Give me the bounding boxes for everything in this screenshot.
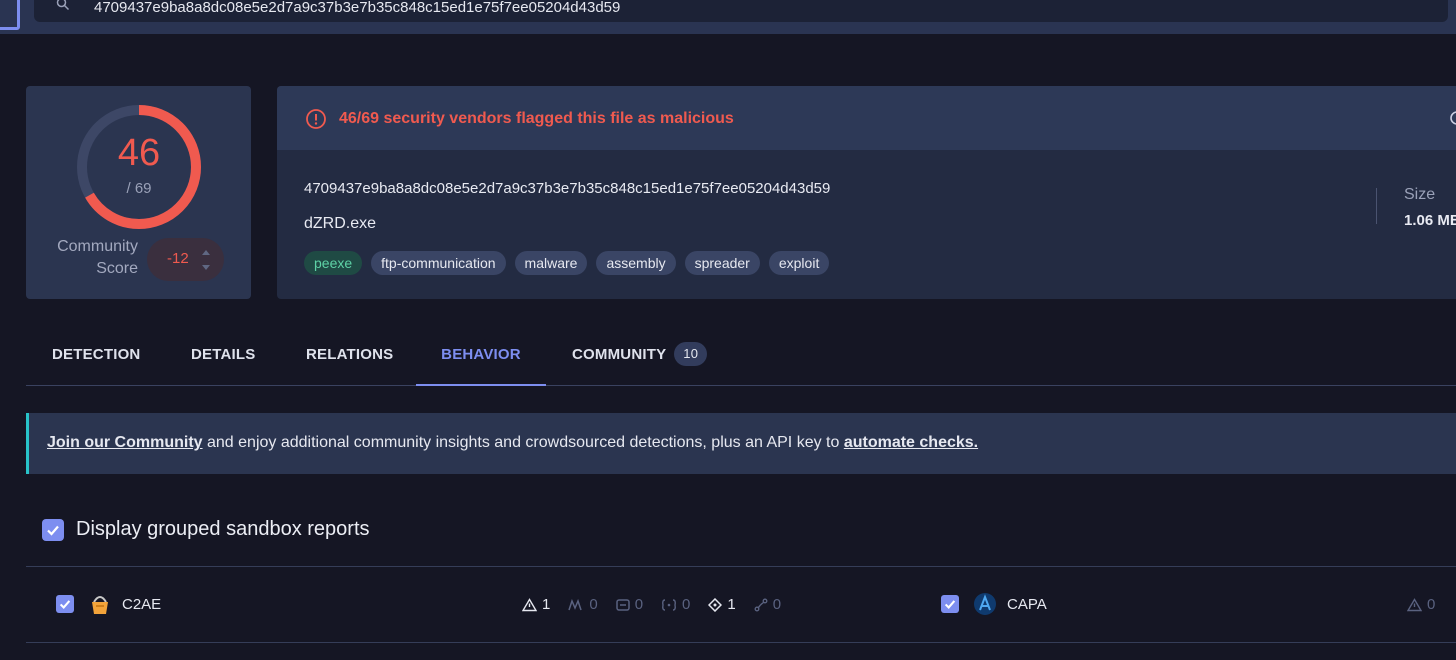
grouped-reports-label: Display grouped sandbox reports <box>76 518 370 540</box>
file-name: dZRD.exe <box>304 215 377 232</box>
check-icon <box>59 600 71 610</box>
tab-relations[interactable]: RELATIONS <box>306 326 393 386</box>
logo[interactable] <box>0 0 20 30</box>
stat-mitre: 0 <box>568 596 598 613</box>
check-icon <box>47 525 59 536</box>
search-icon <box>56 0 70 11</box>
tag-assembly[interactable]: assembly <box>596 251 676 275</box>
community-score-value: -12 <box>167 250 189 267</box>
tab-bar: DETECTION DETAILS RELATIONS BEHAVIOR COM… <box>26 326 1456 386</box>
community-score-label: Community Score <box>57 238 138 277</box>
grouped-reports-toggle[interactable]: Display grouped sandbox reports <box>42 518 370 541</box>
size-value: 1.06 MB <box>1404 212 1456 229</box>
warning-icon <box>1407 597 1422 611</box>
stat-network: 1 <box>708 596 736 613</box>
detection-count: 46 <box>117 132 161 174</box>
stat-ids: 0 <box>615 596 643 613</box>
sandbox-capa: CAPA <box>941 590 1047 618</box>
sandbox-capa-name: CAPA <box>1007 595 1047 613</box>
detection-score-card: 46 / 69 Community Score -12 <box>26 86 251 299</box>
tag-ftp-communication[interactable]: ftp-communication <box>371 251 506 275</box>
c2ae-logo-icon <box>92 596 108 614</box>
community-count-badge: 10 <box>674 341 708 366</box>
join-banner-text: and enjoy additional community insights … <box>202 434 844 451</box>
tag-exploit[interactable]: exploit <box>768 251 830 275</box>
top-bar <box>0 0 1456 34</box>
reanalyze-icon[interactable] <box>1449 110 1456 126</box>
automate-checks-link[interactable]: automate checks. <box>844 434 978 451</box>
sandbox-c2ae-checkbox[interactable] <box>56 595 74 613</box>
file-tags: peexe ftp-communication malware assembly… <box>304 251 830 275</box>
sandbox-capa-checkbox[interactable] <box>941 595 959 613</box>
tab-behavior[interactable]: BEHAVIOR <box>416 326 546 386</box>
sandbox-c2ae-name: C2AE <box>122 595 162 613</box>
capa-logo-icon <box>974 593 996 615</box>
section-divider <box>26 566 1456 567</box>
tag-spreader[interactable]: spreader <box>684 251 760 275</box>
check-icon <box>944 600 956 610</box>
mitre-icon <box>568 598 583 610</box>
row-divider <box>26 642 1456 643</box>
tag-malware[interactable]: malware <box>514 251 588 275</box>
community-score-badge: -12 <box>147 238 224 281</box>
malicious-alert-banner: 46/69 security vendors flagged this file… <box>277 86 1456 150</box>
tag-peexe[interactable]: peexe <box>304 251 363 275</box>
stat-alerts: 0 <box>1407 596 1435 613</box>
sandbox-c2ae-stats: 1 0 0 0 1 0 <box>522 596 799 613</box>
size-divider <box>1376 188 1377 224</box>
tab-detection[interactable]: DETECTION <box>52 326 140 386</box>
diamond-icon <box>708 597 723 612</box>
braces-icon <box>662 598 676 611</box>
sandbox-c2ae: C2AE <box>56 590 161 618</box>
grouped-reports-checkbox[interactable] <box>42 518 64 541</box>
stat-connections: 0 <box>754 596 781 613</box>
tab-details[interactable]: DETAILS <box>191 326 255 386</box>
file-info-card: 46/69 security vendors flagged this file… <box>277 86 1456 299</box>
alert-message: 46/69 security vendors flagged this file… <box>339 110 734 127</box>
search-box[interactable] <box>34 0 1448 22</box>
file-hash: 4709437e9ba8a8dc08e5e2d7a9c37b3e7b35c848… <box>304 180 831 197</box>
sandbox-capa-stats: 0 <box>1407 596 1453 613</box>
stat-alerts: 1 <box>522 596 550 613</box>
vote-arrows-icon[interactable] <box>199 246 213 274</box>
join-community-link[interactable]: Join our Community <box>47 434 203 451</box>
stat-sigma: 0 <box>661 596 690 613</box>
search-input[interactable] <box>94 0 1394 22</box>
link-icon <box>754 598 768 611</box>
alert-circle-icon <box>306 109 326 129</box>
join-community-banner: Join our Community and enjoy additional … <box>26 413 1456 474</box>
size-label: Size <box>1404 186 1436 203</box>
ids-icon <box>615 598 630 611</box>
tab-community[interactable]: COMMUNITY 10 <box>572 326 708 386</box>
warning-icon <box>522 597 537 611</box>
detection-total: / 69 <box>126 180 152 197</box>
